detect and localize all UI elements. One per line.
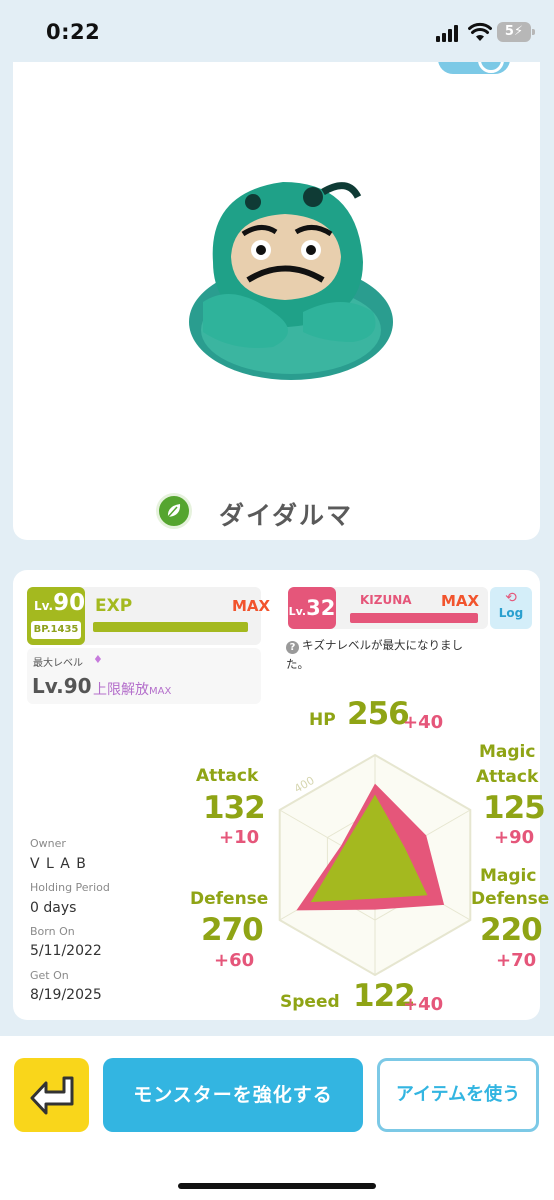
get-on-value: 8/19/2025 <box>30 987 102 1003</box>
max-level-box: 最大レベル ♦ Lv.90 上限解放MAX <box>27 648 261 704</box>
hp-value: 256 <box>347 696 410 732</box>
kizuna-note: ? キズナレベルが最大になりまし た。 <box>286 636 486 674</box>
signal-icon <box>436 24 462 42</box>
status-time: 0:22 <box>46 20 101 44</box>
speed-label: Speed <box>280 992 340 1012</box>
attack-bonus: +10 <box>219 827 260 848</box>
kizuna-level-value: 32 <box>306 596 336 620</box>
max-level-value: Lv.90 <box>32 674 92 698</box>
log-label: Log <box>498 606 524 620</box>
born-on-value: 5/11/2022 <box>30 943 102 959</box>
help-icon[interactable]: ? <box>286 641 299 654</box>
return-arrow-icon <box>30 1076 74 1115</box>
log-button[interactable]: ⟲ Log <box>490 587 532 629</box>
gem-icon: ♦ <box>93 653 103 666</box>
magic-defense-bonus: +70 <box>496 950 537 971</box>
born-on-label: Born On <box>30 925 75 938</box>
level-prefix: Lv. <box>34 599 54 613</box>
exp-progress-bar <box>93 622 248 632</box>
use-item-button[interactable]: アイテムを使う <box>377 1058 539 1132</box>
back-button[interactable] <box>14 1058 89 1132</box>
hp-label: HP <box>309 710 336 730</box>
view-toggle[interactable] <box>438 62 510 74</box>
monster-illustration <box>189 182 393 380</box>
holding-period-value: 0 days <box>30 900 77 916</box>
limit-release-label: 上限解放 <box>93 682 149 698</box>
enhance-monster-button[interactable]: モンスターを強化する <box>103 1058 363 1132</box>
monster-name: ダイダルマ <box>219 501 354 530</box>
level-value: 90 <box>53 590 86 616</box>
get-on-label: Get On <box>30 969 69 982</box>
home-indicator <box>178 1183 376 1189</box>
kizuna-note-line1: キズナレベルが最大になりまし <box>302 638 463 652</box>
leaf-icon <box>156 493 192 529</box>
kizuna-max: MAX <box>441 592 480 610</box>
owner-label: Owner <box>30 837 66 850</box>
battery-icon: 5⚡ <box>497 22 535 42</box>
kizuna-note-line2: た。 <box>286 657 309 671</box>
kizuna-level-prefix: Lv. <box>288 605 307 618</box>
level-box: Lv.90 BP.1435 EXP MAX <box>27 587 270 645</box>
magic-attack-bonus: +90 <box>494 827 535 848</box>
kizuna-progress-bar <box>350 613 478 623</box>
holding-period-label: Holding Period <box>30 881 110 894</box>
defense-bonus: +60 <box>214 950 255 971</box>
attack-value: 132 <box>203 790 266 826</box>
history-icon: ⟲ <box>505 590 517 606</box>
level-badge: Lv.90 BP.1435 <box>27 587 85 645</box>
exp-max: MAX <box>232 597 271 615</box>
max-level-label: 最大レベル <box>33 658 83 669</box>
defense-label: Defense <box>190 889 269 909</box>
monster-card: ダイダルマ <box>13 62 540 540</box>
stats-card: Lv.90 BP.1435 EXP MAX 最大レベル ♦ Lv.90 上限解放… <box>13 570 549 1020</box>
hp-bonus: +40 <box>403 712 444 733</box>
exp-label: EXP <box>95 596 133 616</box>
status-bar: 0:22 5⚡ <box>0 0 554 66</box>
defense-value: 270 <box>201 912 264 948</box>
kizuna-level-badge: Lv.32 <box>288 587 336 629</box>
speed-bonus: +40 <box>403 994 444 1015</box>
kizuna-label: KIZUNA <box>360 593 412 607</box>
battery-level: 5 <box>504 24 514 39</box>
limit-release-suffix: MAX <box>149 686 172 697</box>
kizuna-box: Lv.32 KIZUNA MAX <box>288 587 488 629</box>
wifi-icon <box>468 22 492 41</box>
limit-release-text: 上限解放MAX <box>93 679 171 699</box>
stats-radar-chart: 400 <box>278 753 472 977</box>
bp-pill: BP.1435 <box>31 621 81 639</box>
attack-label: Attack <box>196 766 259 786</box>
owner-value: V L A B <box>30 856 87 872</box>
